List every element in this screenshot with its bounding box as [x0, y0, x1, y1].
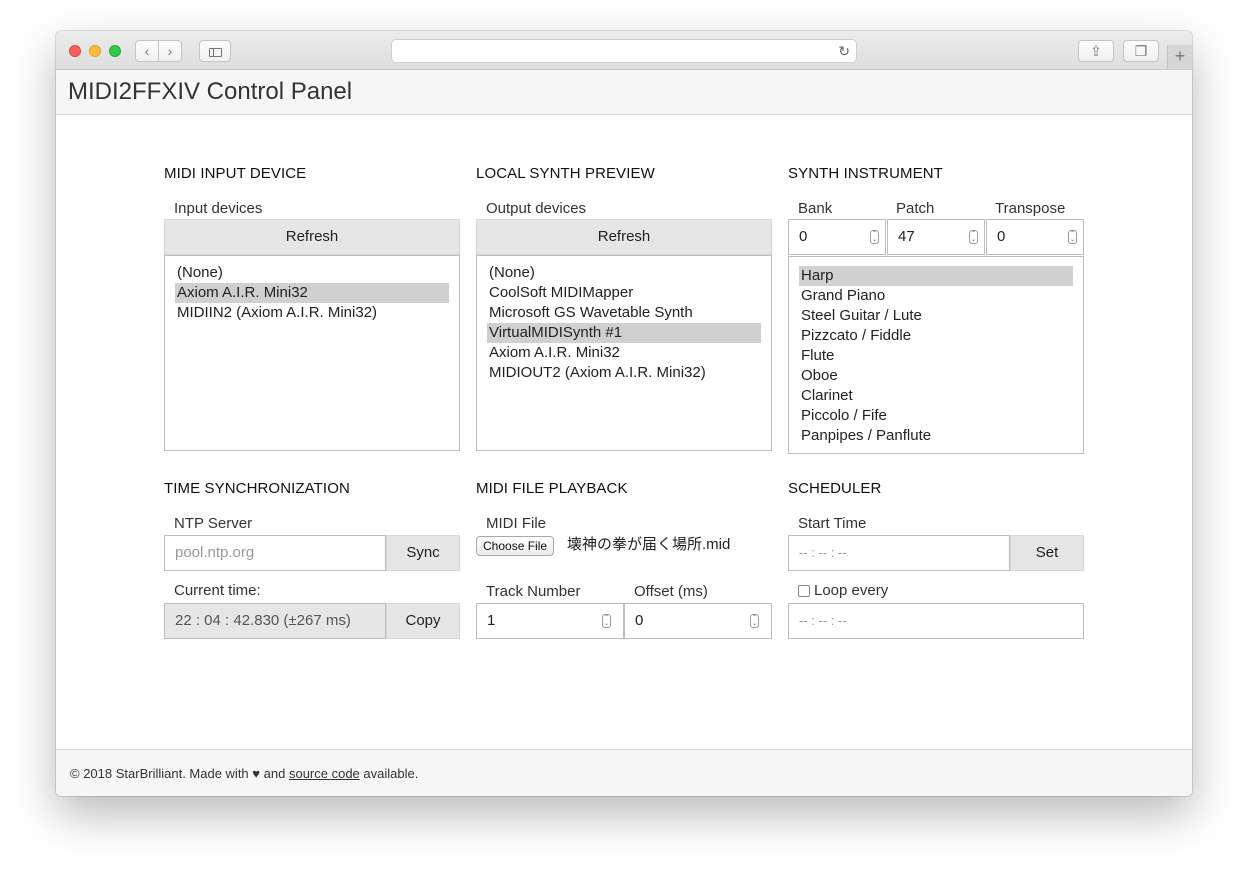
back-button[interactable]: ‹: [135, 40, 159, 62]
start-time-label: Start Time: [798, 515, 867, 532]
tabs-icon: ❐: [1134, 43, 1148, 59]
track-number-label: Track Number: [486, 583, 581, 600]
app-header: MIDI2FFXIV Control Panel: [56, 70, 1192, 115]
input-refresh-button[interactable]: Refresh: [164, 219, 460, 255]
track-number-input[interactable]: 1 ⌃ ⌄: [476, 603, 624, 639]
loop-interval-input[interactable]: -- : -- : --: [788, 603, 1084, 639]
instrument-option[interactable]: Oboe: [799, 366, 1073, 386]
browser-titlebar: ‹ › ↻ ⇪ ❐ +: [56, 31, 1192, 70]
bank-value: 0: [799, 228, 808, 245]
bank-input[interactable]: 0 ⌃ ⌄: [788, 219, 886, 255]
instrument-option[interactable]: Piccolo / Fife: [799, 406, 1073, 426]
bank-label: Bank: [798, 200, 833, 217]
instrument-option[interactable]: Steel Guitar / Lute: [799, 306, 1073, 326]
transpose-input[interactable]: 0 ⌃ ⌄: [986, 219, 1084, 255]
instrument-option[interactable]: Flute: [799, 346, 1073, 366]
input-devices-list[interactable]: (None) Axiom A.I.R. Mini32 MIDIIN2 (Axiom …: [164, 255, 460, 451]
instrument-option[interactable]: Clarinet: [799, 386, 1073, 406]
track-number-value: 1: [487, 612, 496, 629]
start-time-input[interactable]: -- : -- : --: [788, 535, 1010, 571]
output-device-option[interactable]: CoolSoft MIDIMapper: [487, 283, 761, 303]
loop-every-label: Loop every: [814, 582, 889, 599]
output-refresh-button[interactable]: Refresh: [476, 219, 772, 255]
reload-icon[interactable]: ↻: [838, 41, 850, 61]
footer-middle: and: [263, 766, 286, 781]
set-button[interactable]: Set: [1010, 535, 1084, 571]
start-time-placeholder: -- : -- : --: [799, 545, 847, 560]
footer: © 2018 StarBrilliant. Made with ♥ and so…: [56, 749, 1192, 796]
local-synth-section-title: LOCAL SYNTH PREVIEW: [476, 165, 655, 182]
scheduler-section-title: SCHEDULER: [788, 480, 882, 497]
selected-file-name: 壊神の拳が届く場所.mid: [567, 536, 731, 553]
control-panel: MIDI INPUT DEVICE Input devices Refresh …: [56, 115, 1192, 749]
current-time-value: 22 : 04 : 42.830 (±267 ms): [175, 612, 351, 629]
choose-file-button[interactable]: Choose File: [476, 536, 555, 556]
synth-instrument-section-title: SYNTH INSTRUMENT: [788, 165, 943, 182]
close-window-button[interactable]: [69, 45, 81, 57]
sidebar-icon: [208, 48, 222, 57]
sync-button[interactable]: Sync: [386, 535, 460, 571]
chevron-right-icon: ›: [167, 43, 173, 59]
output-device-option[interactable]: Axiom A.I.R. Mini32: [487, 343, 761, 363]
input-devices-label: Input devices: [174, 200, 263, 217]
midi-input-section-title: MIDI INPUT DEVICE: [164, 165, 307, 182]
plus-icon: +: [1174, 46, 1186, 66]
time-sync-section-title: TIME SYNCHRONIZATION: [164, 480, 350, 497]
copy-button[interactable]: Copy: [386, 603, 460, 639]
output-devices-list[interactable]: (None) CoolSoft MIDIMapper Microsoft GS Wa…: [476, 255, 772, 451]
offset-label: Offset (ms): [634, 583, 708, 600]
page-title: MIDI2FFXIV Control Panel: [68, 78, 353, 105]
input-device-option[interactable]: (None): [175, 263, 449, 283]
loop-interval-placeholder: -- : -- : --: [799, 613, 847, 628]
stepper-icon[interactable]: ⌃ ⌄: [602, 614, 611, 628]
sidebar-toggle-button[interactable]: [199, 40, 231, 62]
patch-value: 47: [898, 228, 915, 245]
offset-input[interactable]: 0 ⌃ ⌄: [624, 603, 772, 639]
instrument-option[interactable]: Panpipes / Panflute: [799, 426, 1073, 446]
footer-text: © 2018 StarBrilliant. Made with ♥ and so…: [70, 766, 418, 782]
output-devices-label: Output devices: [486, 200, 587, 217]
instrument-option[interactable]: Harp: [799, 266, 1073, 286]
ntp-server-input[interactable]: pool.ntp.org: [164, 535, 386, 571]
output-device-option[interactable]: Microsoft GS Wavetable Synth: [487, 303, 761, 323]
heart-icon: ♥: [252, 766, 261, 781]
share-button[interactable]: ⇪: [1078, 40, 1114, 62]
input-device-option[interactable]: Axiom A.I.R. Mini32: [175, 283, 449, 303]
instrument-option[interactable]: Grand Piano: [799, 286, 1073, 306]
show-tabs-button[interactable]: ❐: [1123, 40, 1159, 62]
instrument-option[interactable]: Pizzcato / Fiddle: [799, 326, 1073, 346]
patch-input[interactable]: 47 ⌃ ⌄: [887, 219, 985, 255]
ntp-server-label: NTP Server: [174, 515, 253, 532]
instrument-list[interactable]: Harp Grand Piano Steel Guitar / Lute Pizzca…: [788, 256, 1084, 454]
minimize-window-button[interactable]: [89, 45, 101, 57]
ntp-server-placeholder: pool.ntp.org: [175, 544, 255, 561]
footer-prefix: © 2018 StarBrilliant. Made with: [70, 766, 249, 781]
footer-suffix: available.: [363, 766, 419, 781]
address-bar[interactable]: ↻: [391, 39, 857, 63]
current-time-label: Current time:: [174, 582, 261, 599]
forward-button[interactable]: ›: [158, 40, 182, 62]
chevron-left-icon: ‹: [144, 43, 150, 59]
loop-every-checkbox[interactable]: [798, 585, 810, 597]
browser-window: ‹ › ↻ ⇪ ❐ + MIDI2FFXIV Control Panel MID…: [56, 31, 1192, 796]
stepper-icon[interactable]: ⌃ ⌄: [750, 614, 759, 628]
zoom-window-button[interactable]: [109, 45, 121, 57]
input-device-option[interactable]: MIDIIN2 (Axiom A.I.R. Mini32): [175, 303, 449, 323]
output-device-option[interactable]: (None): [487, 263, 761, 283]
midi-file-section-title: MIDI FILE PLAYBACK: [476, 480, 628, 497]
new-tab-button[interactable]: +: [1167, 45, 1192, 69]
stepper-icon[interactable]: ⌃ ⌄: [969, 230, 978, 244]
midi-file-label: MIDI File: [486, 515, 546, 532]
source-code-link[interactable]: source code: [289, 766, 360, 781]
offset-value: 0: [635, 612, 644, 629]
stepper-icon[interactable]: ⌃ ⌄: [1068, 230, 1077, 244]
transpose-value: 0: [997, 228, 1006, 245]
transpose-label: Transpose: [995, 200, 1066, 217]
stepper-icon[interactable]: ⌃ ⌄: [870, 230, 879, 244]
patch-label: Patch: [896, 200, 935, 217]
share-icon: ⇪: [1090, 43, 1102, 59]
output-device-option[interactable]: MIDIOUT2 (Axiom A.I.R. Mini32): [487, 363, 761, 383]
output-device-option[interactable]: VirtualMIDISynth #1: [487, 323, 761, 343]
current-time-field: 22 : 04 : 42.830 (±267 ms): [164, 603, 386, 639]
